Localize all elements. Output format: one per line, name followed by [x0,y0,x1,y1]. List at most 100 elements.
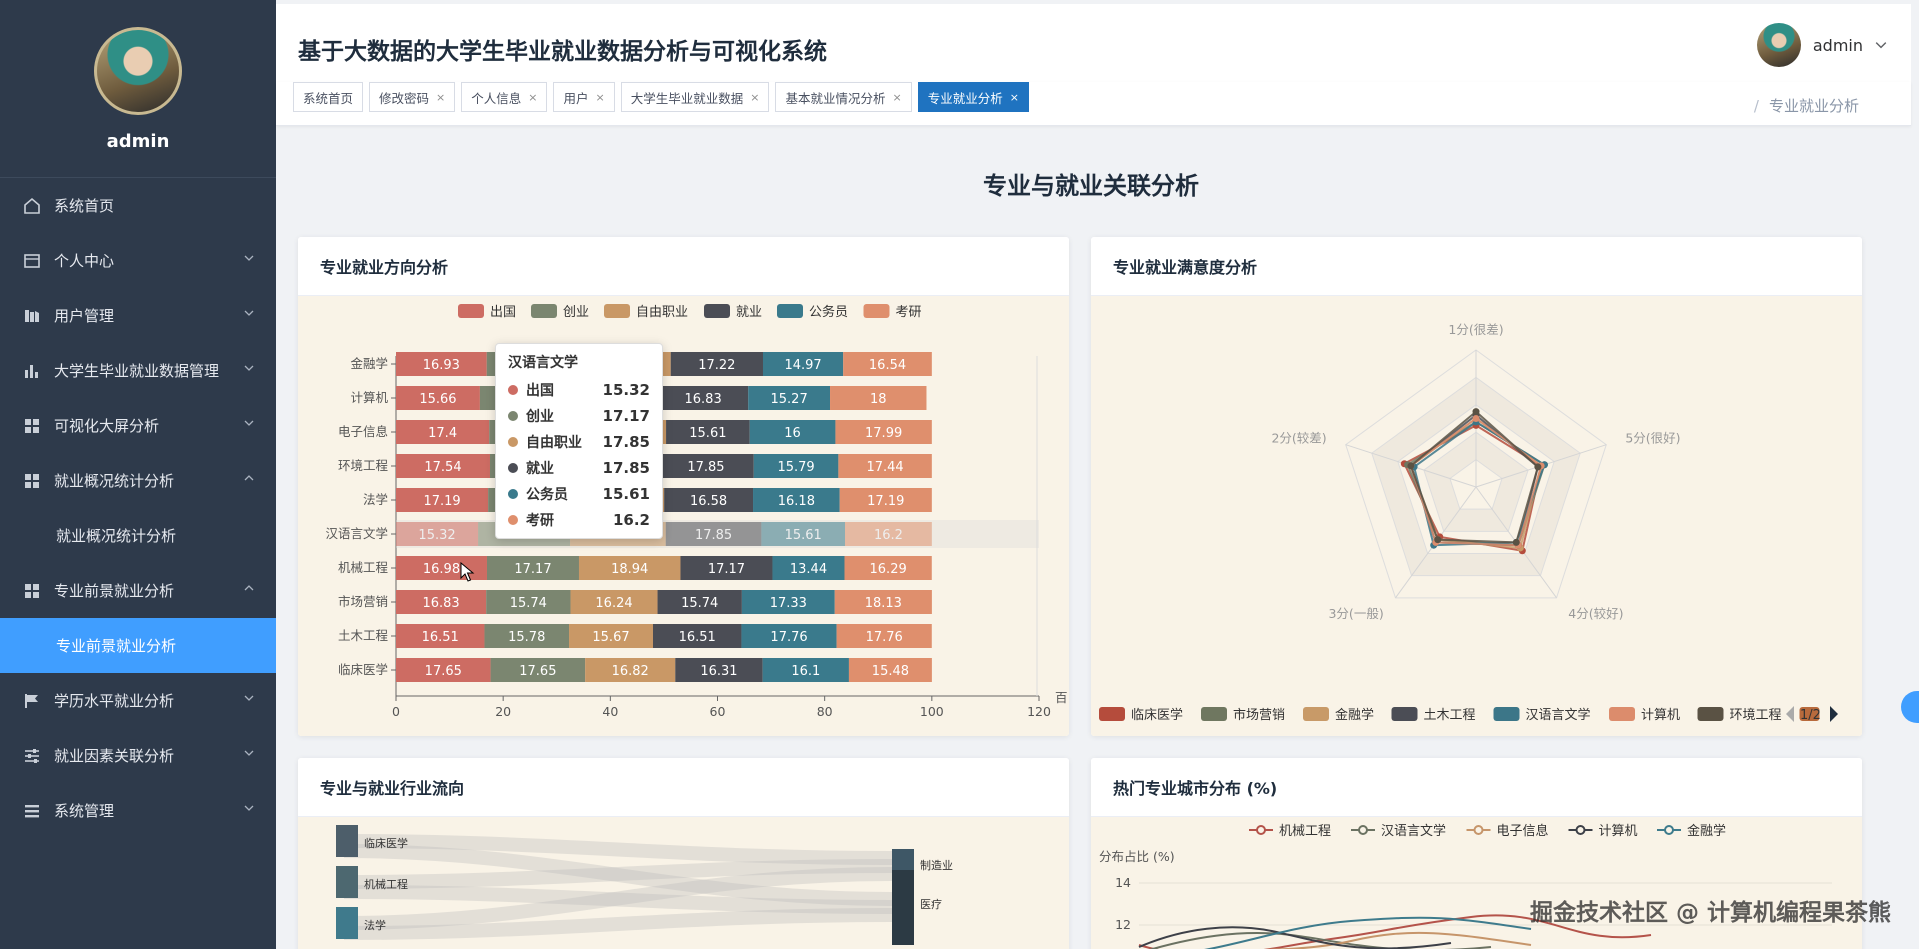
tag-change-password[interactable]: 修改密码 × [369,82,456,112]
tags-view: 系统首页 修改密码 × 个人信息 × 用户 × 大学生毕业就业数据 × 基本就业情况分析… [276,82,1911,126]
series-dot [508,437,518,447]
flag-icon [22,691,42,711]
tag-user[interactable]: 用户 × [553,82,615,112]
close-icon[interactable]: × [892,91,901,104]
radar-indicator-label: 4分(较好) [1568,606,1623,621]
data-label: 15.74 [510,596,547,611]
tooltip-value: 17.85 [602,433,650,451]
user-menu[interactable]: admin [1756,23,1887,67]
data-label: 17.65 [425,664,462,679]
tag-graduate-data[interactable]: 大学生毕业就业数据 × [620,82,770,112]
data-label: 16.93 [423,358,460,373]
data-label: 13.44 [790,562,827,577]
close-icon[interactable]: × [1010,91,1019,104]
tag-label: 大学生毕业就业数据 [630,90,744,106]
satisfaction-radar-chart[interactable]: 1分(很差) 5分(很好) 4分(较好) 3分(一般) 2分(较差) 临床医学 市场营销 金融… [1091,296,1862,736]
sidebar-item-home[interactable]: 系统首页 [0,178,276,233]
legend-label: 自由职业 [636,305,688,320]
sankey-node [336,866,358,898]
data-label: 16.18 [778,494,815,509]
legend-label: 临床医学 [1131,707,1183,723]
tag-label: 修改密码 [379,90,430,106]
data-label: 16.2 [874,528,903,543]
header-username[interactable]: admin [1813,36,1863,55]
data-label: 17.22 [698,358,735,373]
tooltip-name: 就业 [526,461,554,477]
data-label: 16.29 [870,562,907,577]
sankey-node-label: 法学 [364,918,386,932]
y-tick-label: 汉语言文学 [325,526,388,541]
close-icon[interactable]: × [528,91,537,104]
chevron-down-icon [244,255,254,261]
close-icon[interactable]: × [596,91,605,104]
data-label: 17.19 [867,494,904,509]
tag-home[interactable]: 系统首页 [293,82,364,112]
grid-icon [22,471,42,491]
sankey-node-label: 医疗 [920,897,942,911]
data-label: 16.24 [595,596,632,611]
data-label: 15.61 [785,528,822,543]
sidebar-item-graduate-data[interactable]: 大学生毕业就业数据管理 [0,343,276,398]
data-label: 15.78 [508,630,545,645]
legend-swatch [1697,707,1724,721]
sidebar-item-education-level[interactable]: 学历水平就业分析 [0,673,276,728]
sidebar-item-system[interactable]: 系统管理 [0,783,276,838]
legend-label: 金融学 [1335,707,1374,723]
chevron-down-icon[interactable] [1875,39,1887,51]
sidebar-subitem-major-prospect[interactable]: 专业前景就业分析 [0,618,276,673]
grid-icon [22,416,42,436]
sidebar-item-factor-analysis[interactable]: 就业因素关联分析 [0,728,276,783]
app-title: 基于大数据的大学生毕业就业数据分析与可视化系统 [298,39,827,65]
industry-flow-panel: 专业与就业行业流向 临床医学 机械工程 法学 制造业 医疗 [298,758,1069,949]
tag-major-employment[interactable]: 专业就业分析 × [917,82,1029,112]
sankey-node [336,907,358,939]
sidebar-item-major-prospect[interactable]: 专业前景就业分析 [0,563,276,618]
tag-label: 个人信息 [471,90,522,106]
radar-point [1434,536,1442,544]
data-label: 16.51 [422,630,459,645]
data-label: 17.85 [687,460,724,475]
x-tick-label: 0 [392,704,400,719]
chevron-up-icon [244,475,254,481]
sidebar-item-employment-overview[interactable]: 就业概况统计分析 [0,453,276,508]
tag-basic-employment[interactable]: 基本就业情况分析 × [775,82,912,112]
close-icon[interactable]: × [750,91,759,104]
sidebar-item-users[interactable]: 用户管理 [0,288,276,343]
tag-personal-info[interactable]: 个人信息 × [461,82,548,112]
sidebar-username: admin [106,131,170,152]
legend-marker [1473,825,1484,835]
sidebar-menu: 系统首页 个人中心 用户管理 大学生毕业就业数据管理 可视化大屏分析 就业概况统… [0,178,276,838]
sankey-node-label: 机械工程 [364,877,408,891]
close-icon[interactable]: × [436,91,445,104]
data-label: 16.51 [679,630,716,645]
x-tick-label: 100 [920,704,944,719]
breadcrumb-current: 专业就业分析 [1768,97,1859,115]
data-label: 16.58 [690,494,727,509]
satisfaction-panel: 专业就业满意度分析 1分(很差) 5分(很好) 4分(较好) 3分(一般) 2分(较差)… [1091,237,1862,736]
city-line-chart[interactable]: 机械工程 汉语言文学 电子信息 计算机 金融学分布占比 (%) 12 14 [1091,817,1862,949]
data-label: 18.94 [611,562,648,577]
avatar[interactable] [94,27,182,115]
sidebar-item-profile[interactable]: 个人中心 [0,233,276,288]
y-tick-label: 环境工程 [338,458,389,473]
direction-chart-area: 出国 创业 自由职业 就业 公务员 考研 0 20 40 60 80 100 120 百金融学 16.93 1… [298,296,1069,736]
legend-label: 公务员 [809,304,848,320]
legend-swatch [863,304,890,318]
series-dot [508,515,518,525]
tooltip-value: 17.85 [602,459,650,477]
sidebar-subitem-employment-overview[interactable]: 就业概况统计分析 [0,508,276,563]
user-avatar[interactable] [1756,23,1801,67]
legend-swatch [1493,707,1520,721]
sidebar-item-bigscreen[interactable]: 可视化大屏分析 [0,398,276,453]
x-tick-label: 80 [817,704,833,719]
chevron-down-icon [244,365,254,371]
data-label: 17.76 [866,630,903,645]
tooltip-value: 16.2 [612,511,650,529]
tooltip-title: 汉语言文学 [508,355,578,371]
legend-swatch [704,304,730,318]
data-label: 17.85 [695,528,732,543]
direction-bar-chart[interactable]: 出国 创业 自由职业 就业 公务员 考研0 20 40 60 80 100 120百金融学 16.93 1… [298,296,1069,736]
industry-sankey-chart[interactable]: 临床医学机械工程法学 制造业医疗 [298,817,1069,949]
settings-drawer-toggle[interactable] [1901,691,1919,723]
list-icon [22,801,42,821]
